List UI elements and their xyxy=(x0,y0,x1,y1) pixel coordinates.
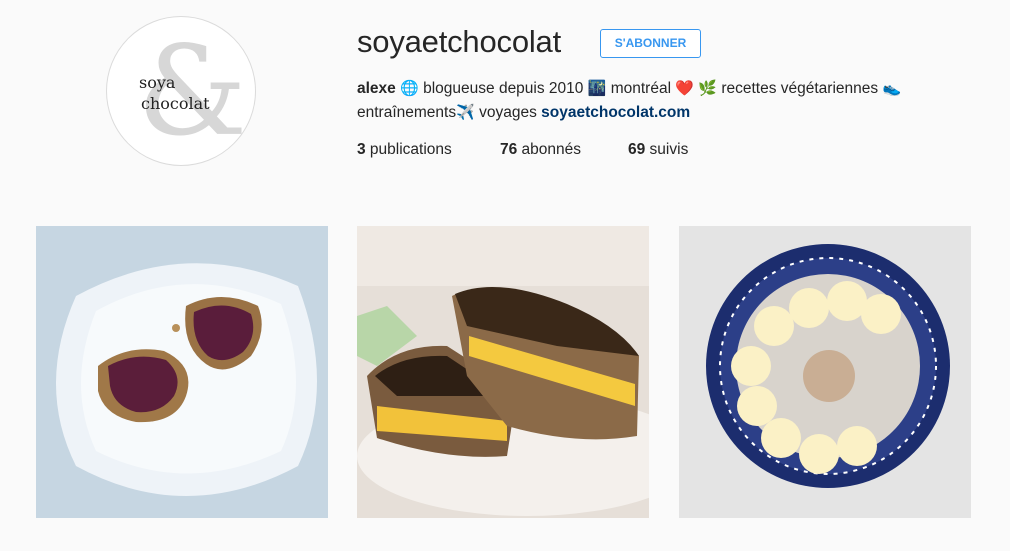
bio-text-1: blogueuse depuis 2010 xyxy=(418,80,588,97)
stat-following[interactable]: 69 suivis xyxy=(628,141,688,159)
bio-name: alexe xyxy=(357,80,396,97)
bio-text-2: montréal xyxy=(606,80,676,97)
following-label: suivis xyxy=(645,141,689,158)
herb-icon: 🌿 xyxy=(698,80,718,97)
bio-website-link[interactable]: soyaetchocolat.com xyxy=(541,104,690,121)
profile-bio: alexe 🌐 blogueuse depuis 2010 🌃 montréal… xyxy=(357,77,977,125)
bio-text-4: entraînements xyxy=(357,104,457,121)
post-thumbnail-oatmeal-bowl[interactable] xyxy=(679,226,971,518)
heart-icon: ❤️ xyxy=(675,80,695,97)
globe-icon: 🌐 xyxy=(400,80,419,97)
avatar-logo-line-2: chocolat xyxy=(141,94,210,113)
airplane-icon: ✈️ xyxy=(456,104,475,121)
posts-label: publications xyxy=(365,141,452,158)
following-count: 69 xyxy=(628,141,646,158)
followers-count: 76 xyxy=(500,141,518,158)
avatar-logo-line-1: soya xyxy=(139,73,176,92)
city-night-icon: 🌃 xyxy=(587,80,607,97)
followers-label: abonnés xyxy=(517,141,582,158)
shoe-icon: 👟 xyxy=(882,80,902,97)
bio-text-5: voyages xyxy=(474,104,542,121)
posts-count: 3 xyxy=(357,141,366,158)
follow-button[interactable]: S'ABONNER xyxy=(600,29,701,58)
stat-posts: 3 publications xyxy=(357,141,452,159)
profile-avatar: & soya chocolat xyxy=(106,16,256,166)
stat-followers[interactable]: 76 abonnés xyxy=(500,141,581,159)
bio-text-3: recettes végétariennes xyxy=(717,80,883,97)
post-thumbnail-grilled-cheese[interactable] xyxy=(357,226,649,518)
profile-username: soyaetchocolat xyxy=(357,24,561,59)
post-thumbnail-toast[interactable] xyxy=(36,226,328,518)
